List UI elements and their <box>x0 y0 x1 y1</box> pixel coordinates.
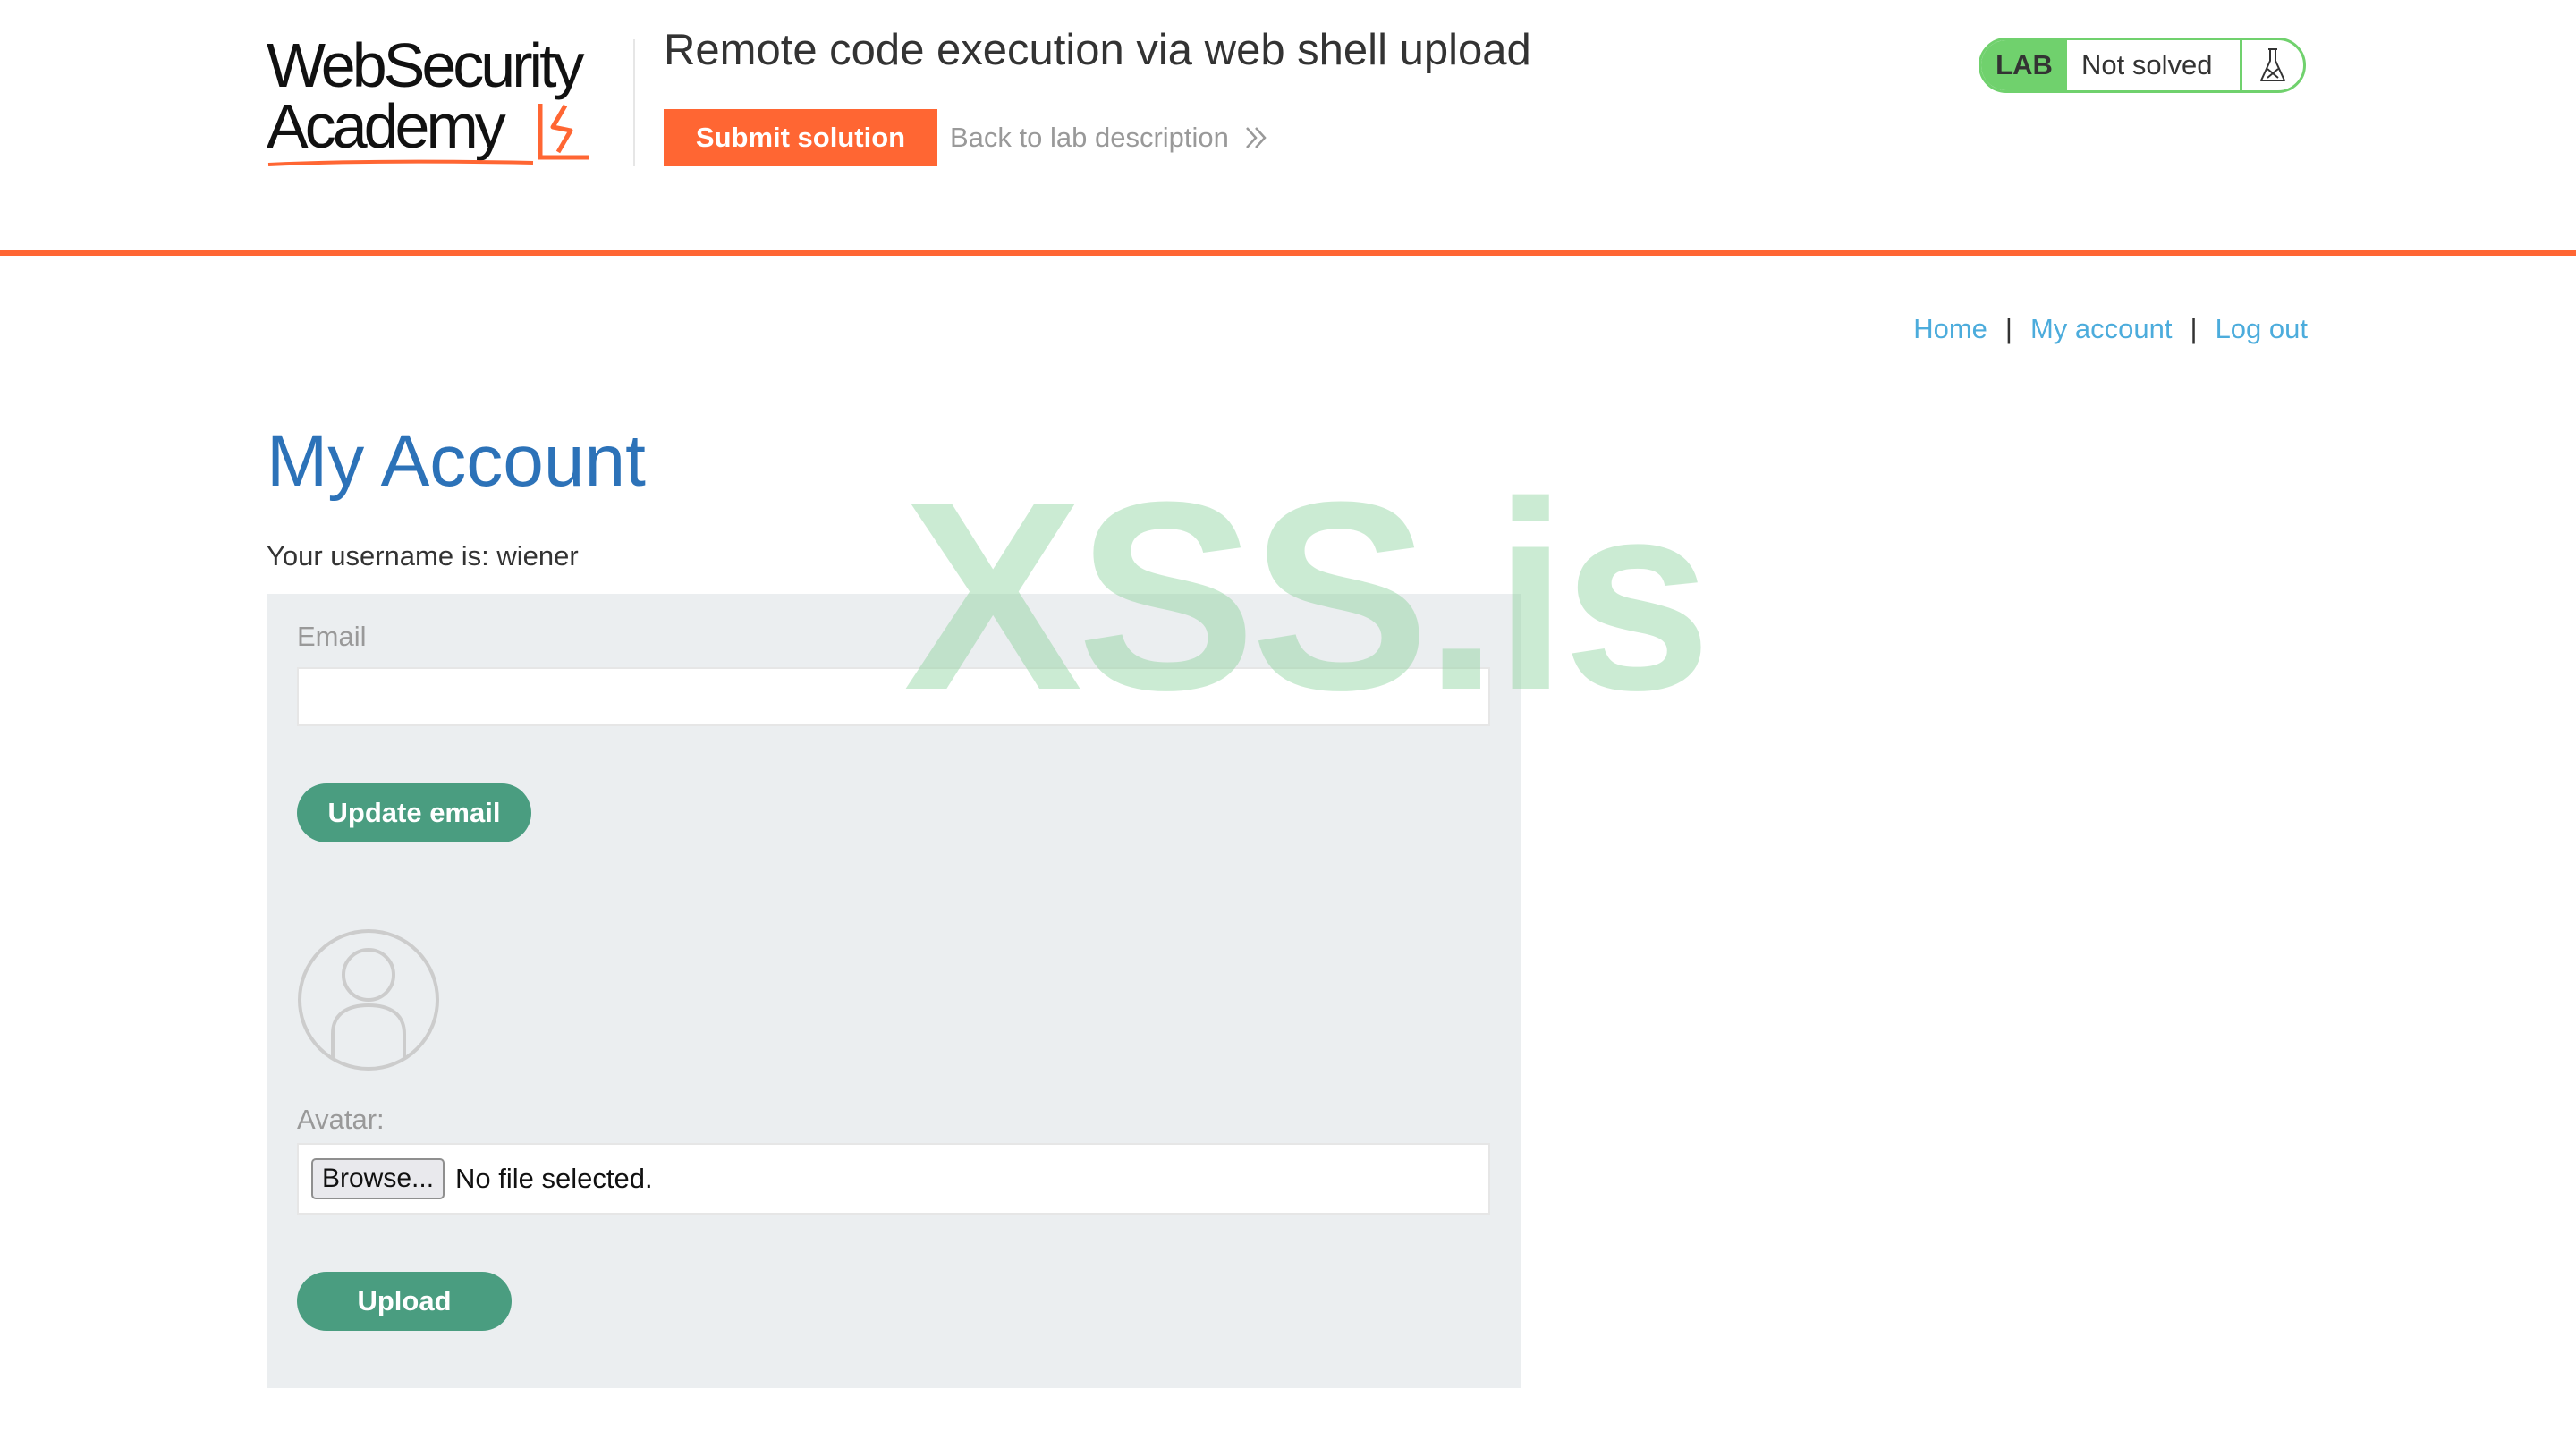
lab-status-widget: LAB Not solved <box>1979 38 2306 93</box>
account-panel: Email Update email Avatar: Browse... No … <box>267 594 1521 1388</box>
update-email-button[interactable]: Update email <box>297 783 531 842</box>
lab-badge: LAB <box>1981 40 2067 90</box>
nav-separator: | <box>2004 313 2012 344</box>
email-field[interactable] <box>297 667 1490 726</box>
nav-my-account-link[interactable]: My account <box>2030 313 2173 344</box>
avatar-file-input[interactable]: Browse... No file selected. <box>297 1143 1490 1215</box>
top-navigation: Home | My account | Log out <box>1913 309 2308 349</box>
flask-icon <box>2260 48 2285 81</box>
lab-status-flask-button[interactable] <box>2242 40 2303 90</box>
logo-text-websecurity: WebSecurity <box>267 30 585 100</box>
avatar-label: Avatar: <box>297 1104 385 1135</box>
web-security-academy-logo[interactable]: WebSecurity Academy <box>267 34 624 168</box>
user-avatar-placeholder-icon <box>298 929 439 1071</box>
header-divider <box>633 39 635 166</box>
lab-status-text: Not solved <box>2067 40 2242 90</box>
logo-text-academy: Academy <box>267 91 506 161</box>
academy-header: WebSecurity Academy Remote code executio… <box>0 0 2576 256</box>
double-chevron-right-icon <box>1245 127 1267 148</box>
logo-underline-icon <box>267 159 534 166</box>
email-label: Email <box>297 621 367 652</box>
nav-separator: | <box>2190 313 2198 344</box>
page-title: My Account <box>267 420 646 502</box>
logo-bolt-icon <box>538 104 589 160</box>
lab-title: Remote code execution via web shell uplo… <box>664 26 1531 74</box>
back-to-lab-description-link[interactable]: Back to lab description <box>950 114 1270 161</box>
submit-solution-button[interactable]: Submit solution <box>664 109 937 166</box>
back-link-label: Back to lab description <box>950 122 1229 153</box>
file-status-text: No file selected. <box>455 1163 653 1194</box>
upload-button[interactable]: Upload <box>297 1272 512 1331</box>
nav-home-link[interactable]: Home <box>1913 313 1987 344</box>
browse-button[interactable]: Browse... <box>311 1158 445 1199</box>
nav-log-out-link[interactable]: Log out <box>2216 313 2308 344</box>
username-line: Your username is: wiener <box>267 540 579 571</box>
